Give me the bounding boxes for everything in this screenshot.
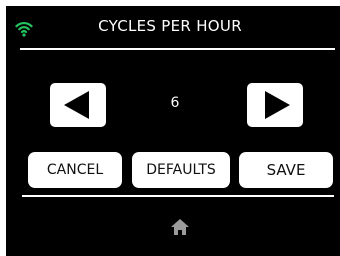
save-button[interactable]: SAVE [239, 152, 333, 188]
device-screen: CYCLES PER HOUR 6 CANCEL DEFAULTS SAVE [0, 0, 340, 256]
page-title: CYCLES PER HOUR [98, 17, 242, 35]
defaults-button[interactable]: DEFAULTS [132, 152, 230, 188]
increment-button[interactable] [247, 83, 303, 127]
cycles-value: 6 [170, 95, 180, 111]
header-divider [20, 48, 335, 50]
decrement-button[interactable] [50, 83, 106, 127]
cancel-button[interactable]: CANCEL [28, 152, 122, 188]
arrow-left-icon [64, 91, 89, 119]
arrow-right-icon [265, 91, 290, 119]
footer-divider [22, 195, 334, 197]
home-icon[interactable] [170, 217, 190, 237]
